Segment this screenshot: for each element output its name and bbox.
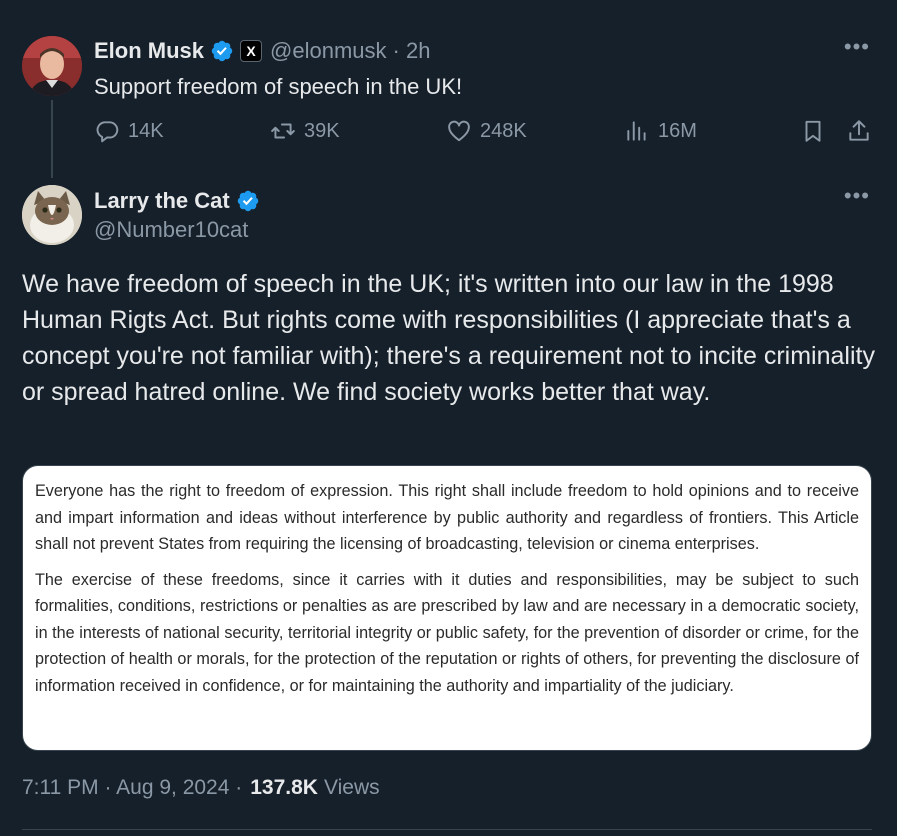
retweet-icon [271,123,295,139]
avatar-portrait-icon [22,36,82,96]
bookmark-icon [805,120,821,142]
author-name[interactable]: Elon Musk [94,38,204,64]
reply-icon [96,121,119,143]
retweet-count: 39K [304,119,340,142]
reply-button[interactable]: 14K [94,118,164,144]
author-handle[interactable]: @elonmusk [270,38,387,64]
views-count: 16M [658,119,697,142]
tweet-metadata: 7:11 PM · Aug 9, 2024 · 137.8K Views [22,776,380,800]
share-icon [849,120,869,141]
avatar-larry-the-cat[interactable] [22,185,82,245]
verified-badge-icon [237,190,258,212]
thread-connector-line [51,100,53,178]
more-options-button[interactable]: ••• [844,185,870,207]
author-name[interactable]: Larry the Cat [94,188,230,214]
views-count[interactable]: 137.8K [250,776,318,800]
like-button[interactable]: 248K [446,118,527,144]
views-chart-icon [627,121,646,141]
main-tweet-text: We have freedom of speech in the UK; it'… [22,270,875,406]
bookmark-button[interactable] [800,118,826,144]
parent-tweet-actions: 14K 39K 248K 16M [94,118,872,152]
parent-tweet-header: Elon Musk X @elonmusk · 2h [94,36,430,66]
affiliate-x-badge-icon: X [240,40,263,62]
avatar-cat-icon [22,185,82,245]
views-label: Views [323,776,380,799]
heart-icon [448,120,470,142]
main-tweet-header: Larry the Cat [94,186,260,216]
divider [22,829,872,830]
more-options-button[interactable]: ••• [844,36,870,58]
reply-count: 14K [128,119,164,142]
tweet-detail-view: Elon Musk X @elonmusk · 2h ••• Support f… [0,0,897,836]
parent-tweet[interactable]: Elon Musk X @elonmusk · 2h ••• Support f… [0,0,897,180]
attached-image[interactable]: Everyone has the right to freedom of exp… [22,465,872,751]
image-paragraph-1: Everyone has the right to freedom of exp… [35,482,859,553]
image-paragraph-2: The exercise of these freedoms, since it… [35,570,859,695]
views-button[interactable]: 16M [624,118,697,144]
parent-tweet-text: Support freedom of speech in the UK! [94,74,463,99]
author-handle[interactable]: @Number10cat [94,217,248,243]
share-button[interactable] [846,118,872,144]
tweet-timestamp[interactable]: 7:11 PM · Aug 9, 2024 · [22,776,242,800]
like-count: 248K [480,119,527,142]
avatar-elon-musk[interactable] [22,36,82,96]
verified-badge-icon [211,40,233,62]
tweet-time[interactable]: · 2h [393,38,431,64]
retweet-button[interactable]: 39K [270,118,340,144]
